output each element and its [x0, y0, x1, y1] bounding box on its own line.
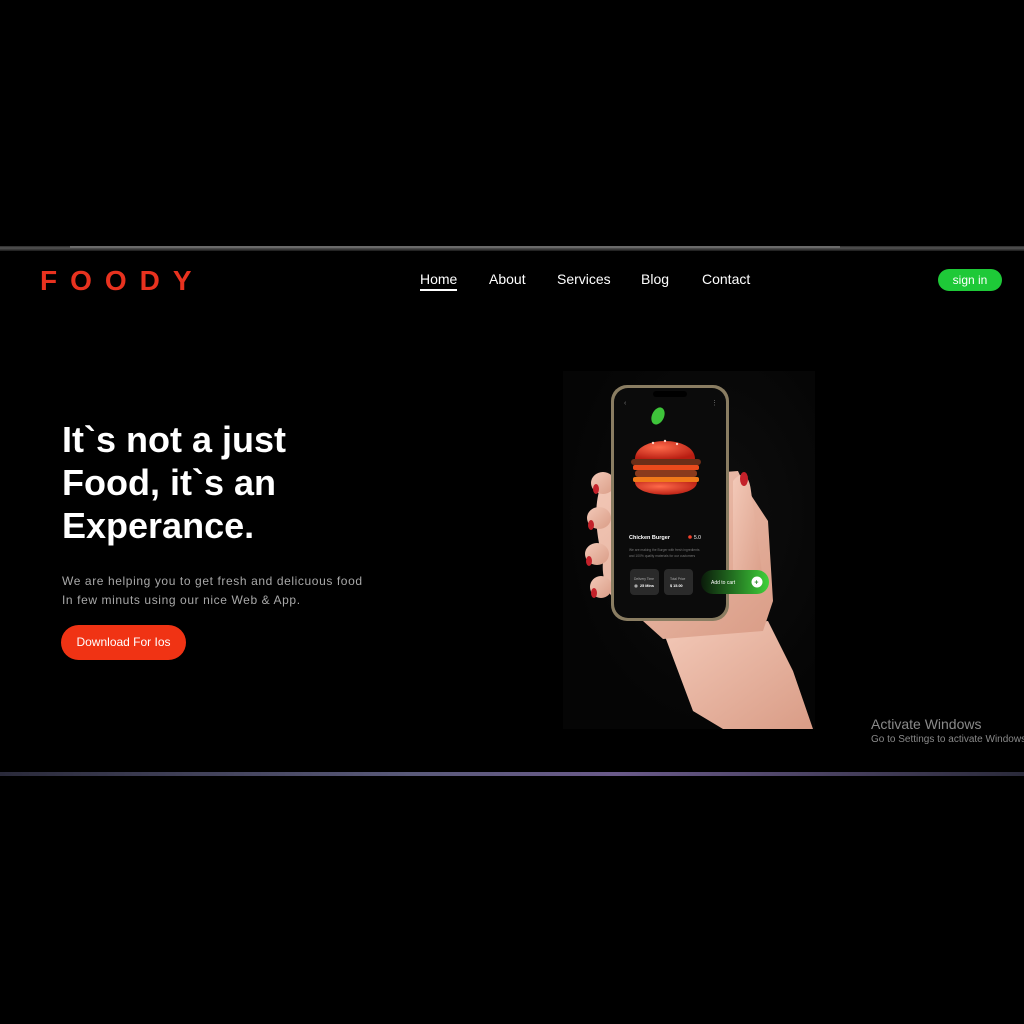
activate-windows-watermark: Activate Windows Go to Settings to activ… — [871, 715, 1024, 747]
nav-link-blog[interactable]: Blog — [641, 271, 669, 287]
svg-text:+: + — [754, 580, 758, 587]
add-to-cart-label: Add to cart — [711, 580, 736, 586]
hero-headline-line: Experance. — [62, 505, 255, 546]
hero-headline-line: It`s not a just — [62, 419, 286, 460]
hero-headline-line: Food, it`s an — [62, 462, 276, 503]
main-nav: Home About Services Blog Contact — [0, 271, 1024, 295]
nav-link-contact[interactable]: Contact — [702, 271, 750, 287]
product-description-line: and 100% quality materials for our custo… — [629, 554, 696, 558]
download-ios-button[interactable]: Download For Ios — [61, 625, 186, 660]
landing-page: FOODY Home About Services Blog Contact s… — [0, 251, 1024, 772]
activate-windows-title: Activate Windows — [871, 716, 982, 732]
product-rating: 5.0 — [694, 535, 701, 541]
sign-in-button[interactable]: sign in — [938, 269, 1002, 291]
nav-link-about[interactable]: About — [489, 271, 526, 287]
hero-headline: It`s not a just Food, it`s an Experance. — [62, 418, 362, 547]
total-price-value: $ 15.00 — [670, 584, 683, 588]
more-icon: ⋮ — [711, 400, 718, 407]
total-price-label: Total Price — [670, 577, 686, 581]
activate-windows-subtitle: Go to Settings to activate Windows. — [871, 734, 1024, 745]
delivery-time-tile — [630, 569, 659, 595]
product-name: Chicken Burger — [629, 535, 671, 541]
delivery-time-label: Delivery Time — [634, 577, 654, 581]
hero-subtext-line: In few minuts using our nice Web & App. — [62, 593, 301, 607]
screen-frame-bottom — [0, 772, 1024, 776]
hand-holding-phone-illustration: ‹ ⋮ Chicken Burger 5.0 We are making the… — [585, 385, 813, 729]
nav-link-services[interactable]: Services — [557, 271, 611, 287]
nav-link-home[interactable]: Home — [420, 271, 458, 291]
total-price-tile — [664, 569, 693, 595]
product-description-line: We are making the Burger with fresh ingr… — [629, 548, 700, 552]
hero-subtext: We are helping you to get fresh and deli… — [62, 572, 363, 610]
hero-subtext-line: We are helping you to get fresh and deli… — [62, 574, 363, 588]
delivery-time-value: 25 Mins — [640, 584, 654, 588]
hero-phone-image: ‹ ⋮ Chicken Burger 5.0 We are making the… — [563, 371, 815, 729]
star-icon — [688, 535, 692, 539]
clock-icon — [634, 584, 638, 588]
